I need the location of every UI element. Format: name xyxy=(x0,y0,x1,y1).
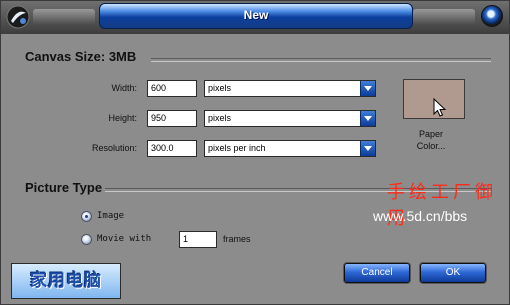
resolution-label: Resolution: xyxy=(91,143,137,153)
width-unit-value: pixels xyxy=(208,83,232,93)
ok-button[interactable]: OK xyxy=(420,263,486,283)
frames-input[interactable]: 1 xyxy=(179,231,217,248)
resolution-input[interactable]: 300.0 xyxy=(147,140,197,157)
overlay-url-text: www.5d.cn/bbs xyxy=(373,208,468,224)
width-label: Width: xyxy=(111,83,137,93)
width-unit-select[interactable]: pixels xyxy=(204,80,376,97)
title-bar-slot-left xyxy=(33,9,95,25)
canvas-size-divider xyxy=(151,58,491,62)
chevron-down-icon[interactable] xyxy=(360,81,375,96)
site-logo-text: 家用电脑 xyxy=(30,271,102,290)
height-unit-value: pixels xyxy=(208,113,232,123)
height-label: Height: xyxy=(108,113,137,123)
mouse-pointer-icon xyxy=(433,98,447,117)
canvas-size-heading: Canvas Size: 3MB xyxy=(25,49,137,64)
frames-label: frames xyxy=(223,234,251,244)
movie-radio[interactable] xyxy=(81,234,92,245)
paper-color-label[interactable]: Paper Color... xyxy=(401,128,461,152)
picture-type-heading: Picture Type xyxy=(25,180,103,195)
image-radio-label[interactable]: Image xyxy=(97,211,124,221)
title-bar[interactable]: New xyxy=(1,1,509,34)
window-title: New xyxy=(243,8,269,22)
paper-color-label-line2: Color... xyxy=(416,141,446,151)
chevron-down-icon[interactable] xyxy=(360,141,375,156)
height-input[interactable]: 950 xyxy=(147,110,197,127)
cancel-button[interactable]: Cancel xyxy=(344,263,410,283)
title-bar-slot-right xyxy=(413,9,475,25)
site-logo: 家用电脑 xyxy=(11,263,121,299)
movie-radio-label[interactable]: Movie with xyxy=(97,234,151,244)
width-input[interactable]: 600 xyxy=(147,80,197,97)
image-radio[interactable] xyxy=(81,211,92,222)
paper-color-label-line1: Paper xyxy=(418,129,444,139)
new-dialog-window: New Canvas Size: 3MB Width: 600 pixels H… xyxy=(0,0,510,305)
chevron-down-icon[interactable] xyxy=(360,111,375,126)
height-unit-select[interactable]: pixels xyxy=(204,110,376,127)
resolution-unit-select[interactable]: pixels per inch xyxy=(204,140,376,157)
app-icon[interactable] xyxy=(5,4,31,30)
resolution-unit-value: pixels per inch xyxy=(208,143,266,153)
close-button[interactable] xyxy=(481,5,503,27)
